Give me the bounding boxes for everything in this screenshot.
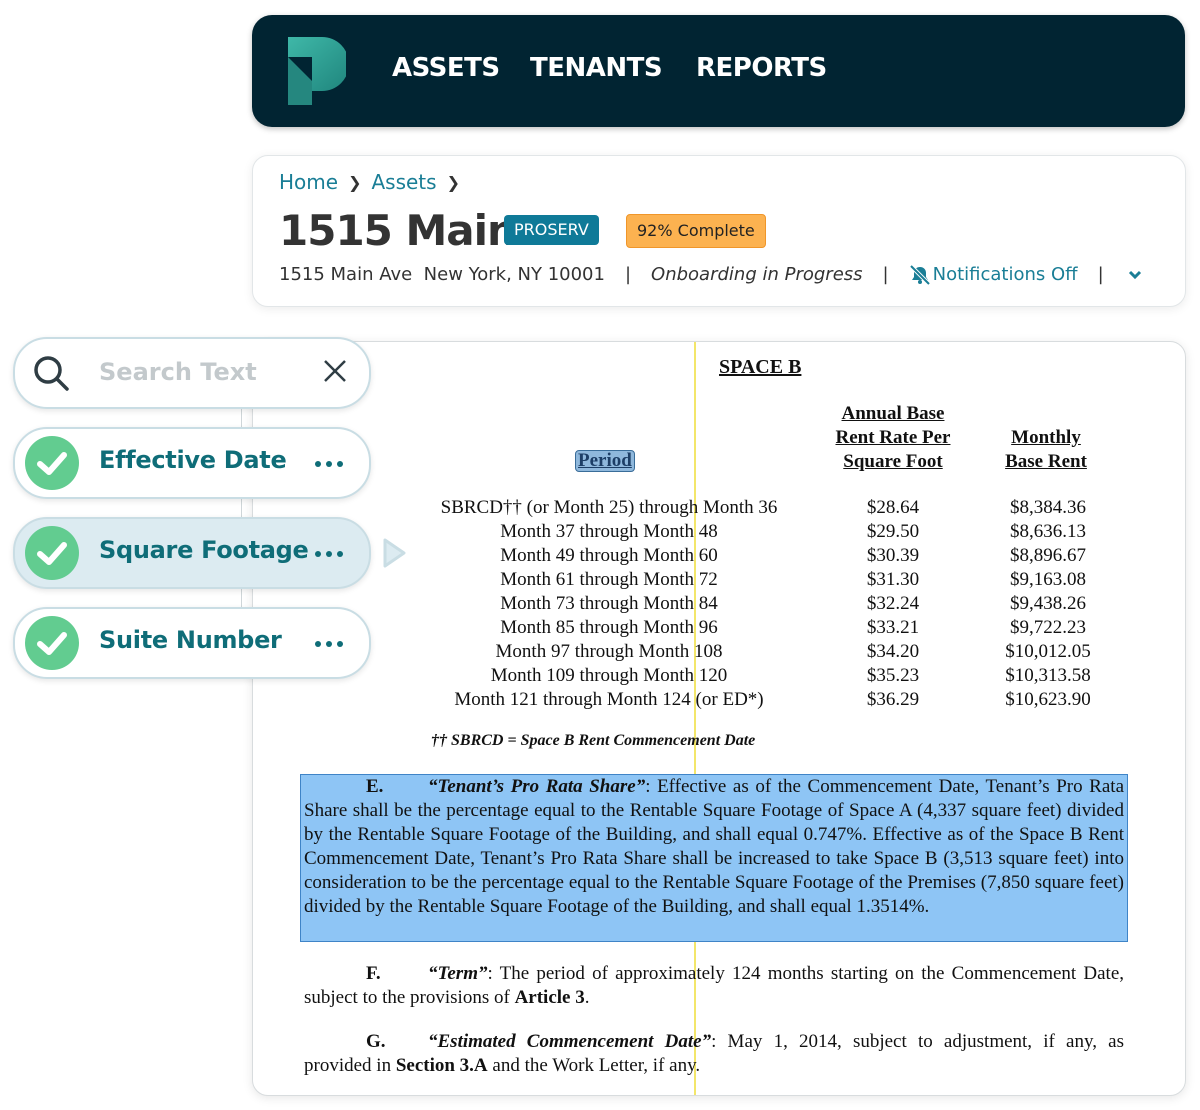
paragraph-label: G. xyxy=(366,1031,386,1052)
close-icon[interactable] xyxy=(323,359,347,383)
document-viewer[interactable]: SPACE B Period Annual Base Rent Rate Per… xyxy=(252,341,1186,1096)
footnote: †† SBRCD = Space B Rent Commencement Dat… xyxy=(431,732,756,749)
table-cell-period: Month 121 through Month 124 (or ED*) xyxy=(454,689,764,710)
table-cell-rate: $28.64 xyxy=(866,497,920,518)
table-cell-rent: $10,012.05 xyxy=(1005,641,1091,662)
search-input[interactable] xyxy=(97,353,301,391)
paragraph-ref: Article 3 xyxy=(514,987,585,1008)
paragraph-term: “Tenant’s Pro Rata Share” xyxy=(428,776,646,797)
paragraph-ref: Section 3.A xyxy=(395,1055,488,1076)
table-cell-rate: $33.21 xyxy=(866,617,920,638)
table-cell-period: Month 97 through Month 108 xyxy=(495,641,723,662)
paragraph-e-highlighted[interactable]: E. “Tenant’s Pro Rata Share”: Effective a… xyxy=(300,774,1128,942)
table-cell-rent: $9,438.26 xyxy=(1010,593,1086,614)
check-circle-icon xyxy=(25,616,79,670)
table-cell-rent: $10,313.58 xyxy=(1005,665,1091,686)
nav-assets[interactable]: ASSETS xyxy=(392,53,500,83)
app-logo-icon[interactable] xyxy=(288,37,346,105)
more-options-icon[interactable] xyxy=(315,541,343,557)
lease-document: SPACE B Period Annual Base Rent Rate Per… xyxy=(253,342,1185,1095)
more-options-icon[interactable] xyxy=(315,451,343,467)
proserv-badge: PROSERV xyxy=(504,215,599,245)
table-cell-rate: $29.50 xyxy=(866,521,920,542)
nav-tenants[interactable]: TENANTS xyxy=(530,53,663,83)
chevron-down-icon[interactable] xyxy=(1128,270,1142,280)
table-cell-rent: $8,384.36 xyxy=(1010,497,1086,518)
table-cell-rent: $8,896.67 xyxy=(1010,545,1086,566)
section-heading: SPACE B xyxy=(719,356,802,378)
column-header-rent: Monthly Base Rent xyxy=(1005,427,1087,472)
field-square-footage[interactable]: Square Footage xyxy=(13,517,371,589)
paragraph-f: F. “Term”: The period of approximately 12… xyxy=(304,962,1124,1010)
table-cell-rent: $9,163.08 xyxy=(1010,569,1086,590)
table-cell-rent: $9,722.23 xyxy=(1010,617,1086,638)
table-cell-period: SBRCD†† (or Month 25) through Month 36 xyxy=(440,497,778,518)
check-circle-icon xyxy=(25,436,79,490)
chevron-right-icon: ❯ xyxy=(348,172,362,192)
paragraph-end: and the Work Letter, if any. xyxy=(487,1055,701,1076)
search-box xyxy=(13,337,371,409)
breadcrumb-home[interactable]: Home xyxy=(279,170,338,194)
table-cell-period: Month 37 through Month 48 xyxy=(500,521,718,542)
notifications-label: Notifications Off xyxy=(932,264,1078,285)
pointer-arrow-icon xyxy=(383,538,406,568)
table-cell-period: Month 49 through Month 60 xyxy=(500,545,718,566)
column-header-period[interactable]: Period xyxy=(575,450,635,472)
paragraph-end: . xyxy=(584,987,590,1008)
asset-header-card: Home ❯ Assets ❯ 1515 Main PROSERV 92% Co… xyxy=(252,155,1186,307)
column-header-rate: Annual Base Rent Rate Per Square Foot xyxy=(835,403,951,472)
table-cell-rate: $34.20 xyxy=(866,641,920,662)
notifications-toggle[interactable]: Notifications Off xyxy=(909,264,1078,285)
search-icon xyxy=(34,356,69,391)
check-circle-icon xyxy=(25,526,79,580)
paragraph-label: F. xyxy=(366,963,381,984)
asset-address: 1515 Main Ave New York, NY 10001 xyxy=(279,264,605,285)
asset-meta: 1515 Main Ave New York, NY 10001 | Onboa… xyxy=(279,264,1142,285)
table-cell-rent: $10,623.90 xyxy=(1005,689,1091,710)
paragraph-term: “Estimated Commencement Date” xyxy=(428,1031,712,1052)
paragraph-term: “Term” xyxy=(428,963,488,984)
nav-reports[interactable]: REPORTS xyxy=(696,53,827,83)
bell-off-icon xyxy=(909,264,931,285)
table-cell-period: Month 109 through Month 120 xyxy=(490,665,728,686)
chevron-right-icon: ❯ xyxy=(446,172,460,192)
table-cell-period: Month 73 through Month 84 xyxy=(500,593,718,614)
table-cell-rate: $31.30 xyxy=(866,569,920,590)
paragraph-label: E. xyxy=(366,776,384,797)
field-label: Suite Number xyxy=(99,626,282,654)
breadcrumb: Home ❯ Assets ❯ xyxy=(279,170,460,194)
field-effective-date[interactable]: Effective Date xyxy=(13,427,371,499)
page-title: 1515 Main xyxy=(279,206,517,255)
more-options-icon[interactable] xyxy=(315,631,343,647)
separator: | xyxy=(1097,264,1104,285)
top-nav-bar: ASSETS TENANTS REPORTS xyxy=(252,15,1185,127)
field-suite-number[interactable]: Suite Number xyxy=(13,607,371,679)
onboarding-status: Onboarding in Progress xyxy=(651,264,863,285)
breadcrumb-assets[interactable]: Assets xyxy=(371,170,436,194)
separator: | xyxy=(624,264,632,285)
table-cell-rate: $36.29 xyxy=(866,689,920,710)
table-cell-rent: $8,636.13 xyxy=(1010,521,1086,542)
table-cell-rate: $30.39 xyxy=(866,545,920,566)
table-cell-period: Month 85 through Month 96 xyxy=(500,617,718,638)
table-cell-rate: $35.23 xyxy=(866,665,920,686)
progress-badge: 92% Complete xyxy=(626,214,766,248)
paragraph-g: G. “Estimated Commencement Date”: May 1, … xyxy=(304,1030,1124,1078)
field-label: Effective Date xyxy=(99,446,287,474)
field-label: Square Footage xyxy=(99,536,309,564)
table-cell-period: Month 61 through Month 72 xyxy=(500,569,718,590)
separator: | xyxy=(882,264,889,285)
table-cell-rate: $32.24 xyxy=(866,593,920,614)
